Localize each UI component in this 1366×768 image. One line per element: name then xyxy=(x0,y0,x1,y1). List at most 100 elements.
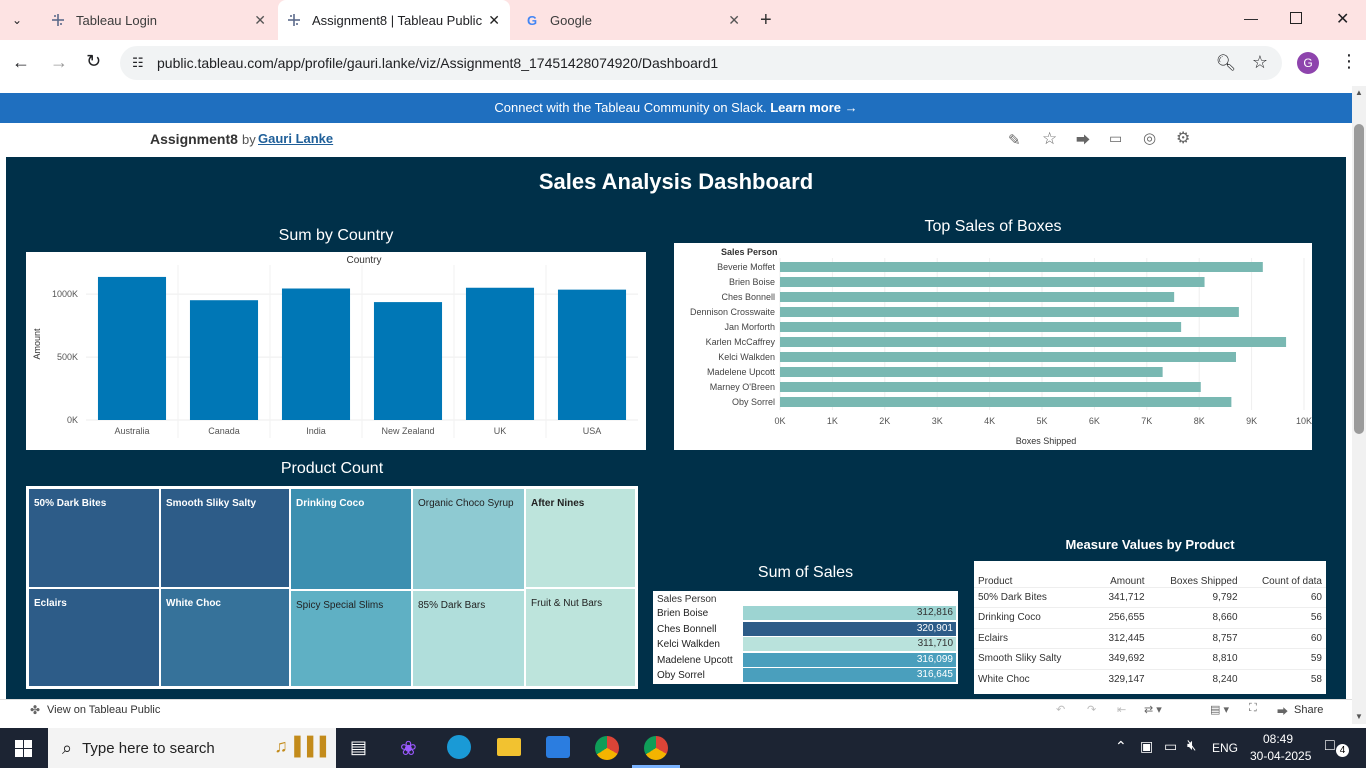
author-link[interactable]: Gauri Lanke xyxy=(258,131,333,146)
treemap-label: Smooth Sliky Salty xyxy=(166,498,257,509)
page-scrollbar[interactable]: ▲ ▼ xyxy=(1352,86,1366,724)
table-row[interactable]: Smooth Sliky Salty 349,692 8,810 59 xyxy=(974,648,1326,670)
table-cell: Eclairs xyxy=(978,632,1009,644)
tab-assignment8[interactable]: Assignment8 | Tableau Public ✕ xyxy=(278,0,510,40)
viz-header: Assignment8 by Gauri Lanke ✎ ☆ ⮕ ▭ ◎ ⚙ xyxy=(0,123,1352,157)
sales-row[interactable]: Kelci Walkden 311,710 xyxy=(653,637,958,652)
bar xyxy=(780,367,1163,377)
clock-time[interactable]: 08:49 xyxy=(1263,732,1293,746)
treemap-cell[interactable]: After Nines xyxy=(525,488,636,588)
volume-muted-icon[interactable]: 🔇︎ xyxy=(1187,737,1196,754)
chrome-icon[interactable] xyxy=(595,736,619,760)
table-cell: 9,792 xyxy=(1212,591,1238,603)
close-window-button[interactable]: ✕ xyxy=(1336,9,1349,29)
view-on-tableau-link[interactable]: View on Tableau Public xyxy=(47,704,160,716)
back-arrow-icon[interactable]: ← xyxy=(12,52,30,73)
treemap-cell[interactable]: Smooth Sliky Salty xyxy=(160,488,290,588)
bar xyxy=(281,288,351,420)
table-row[interactable]: Drinking Coco 256,655 8,660 56 xyxy=(974,607,1326,629)
browser-nav-bar: ← → ↻ ☷ public.tableau.com/app/profile/g… xyxy=(0,40,1366,86)
treemap-cell[interactable]: 50% Dark Bites xyxy=(28,488,160,588)
treemap-cell[interactable]: White Choc xyxy=(160,588,290,687)
sales-row[interactable]: Madelene Upcott 316,099 xyxy=(653,652,958,668)
browser-menu-icon[interactable]: ⋮ xyxy=(1340,51,1358,72)
revert-icon[interactable]: ⇤ xyxy=(1117,703,1126,716)
sales-row[interactable]: Oby Sorrel 316,645 xyxy=(653,668,958,683)
top-sales-title: Top Sales of Boxes xyxy=(924,218,1062,235)
tab-tableau-login[interactable]: Tableau Login ✕ xyxy=(40,0,276,40)
language-indicator[interactable]: ENG xyxy=(1212,741,1238,755)
tab-close-icon[interactable]: ✕ xyxy=(488,12,500,29)
bar xyxy=(780,277,1205,287)
product-count-treemap[interactable]: 50% Dark Bites Smooth Sliky Salty Drinki… xyxy=(26,486,638,689)
store-icon[interactable] xyxy=(546,736,570,758)
refresh-icon[interactable]: ⇄ ▾ xyxy=(1144,703,1162,716)
tab-google[interactable]: G Google ✕ xyxy=(516,0,750,40)
x-tick-label: 0K xyxy=(774,416,785,426)
table-row[interactable]: Eclairs 312,445 8,757 60 xyxy=(974,628,1326,649)
restore-button[interactable] xyxy=(1290,12,1302,24)
treemap-cell[interactable]: Spicy Special Slims xyxy=(290,590,412,687)
measure-values-table[interactable]: Product Amount Boxes Shipped Count of da… xyxy=(974,561,1326,694)
windows-start-icon[interactable] xyxy=(15,740,32,757)
chrome-icon[interactable] xyxy=(644,736,668,760)
forward-arrow-icon[interactable]: → xyxy=(50,52,68,73)
settings-gear-icon[interactable]: ⚙ xyxy=(1176,128,1190,148)
new-tab-button[interactable]: + xyxy=(760,9,772,32)
tab-search-dropdown-icon[interactable]: ⌄ xyxy=(12,13,22,27)
treemap-cell[interactable]: Fruit & Nut Bars xyxy=(525,588,636,687)
top-sales-panel[interactable]: Sales Person 0K 1K 2K 3K 4K 5K 6K 7K 8K 9K 10K Bever… xyxy=(674,243,1312,450)
treemap-label: Organic Choco Syrup xyxy=(418,498,514,509)
device-preview-icon[interactable]: ▤ ▾ xyxy=(1210,703,1229,716)
badge-icon[interactable]: ◎ xyxy=(1143,129,1156,147)
treemap-cell[interactable]: Drinking Coco xyxy=(290,488,412,590)
taskbar-search-box[interactable]: ⌕ Type here to search ♫▐▐▐ xyxy=(48,728,336,768)
table-header-row: Product Amount Boxes Shipped Count of da… xyxy=(974,561,1326,587)
scrollbar-thumb[interactable] xyxy=(1354,124,1364,434)
table-row[interactable]: White Choc 329,147 8,240 58 xyxy=(974,669,1326,690)
fullscreen-icon[interactable]: ⛶ xyxy=(1249,702,1257,715)
clock-date[interactable]: 30-04-2025 xyxy=(1250,749,1311,763)
sum-by-country-panel[interactable]: Country Amount 1000K 500K 0K Australia Canada I… xyxy=(26,252,646,450)
tableau-logo-icon: ✤ xyxy=(30,703,41,717)
edit-icon[interactable]: ✎ xyxy=(1008,131,1021,149)
learn-more-link[interactable]: Learn more → xyxy=(770,100,857,115)
sales-row[interactable]: Brien Boise 312,816 xyxy=(653,606,958,621)
tray-chevron-icon[interactable]: ⌃ xyxy=(1115,738,1127,755)
treemap-cell[interactable]: Eclairs xyxy=(28,588,160,687)
address-bar[interactable]: ☷ public.tableau.com/app/profile/gauri.l… xyxy=(120,46,1282,80)
treemap-cell[interactable]: Organic Choco Syrup xyxy=(412,488,525,590)
battery-icon[interactable]: ▭ xyxy=(1164,738,1177,755)
table-row[interactable]: 50% Dark Bites 341,712 9,792 60 xyxy=(974,587,1326,608)
file-explorer-icon[interactable] xyxy=(497,738,521,756)
undo-icon[interactable]: ↶ xyxy=(1056,703,1065,716)
sum-of-sales-panel[interactable]: Sales Person Brien Boise 312,816 Ches Bonn… xyxy=(653,591,958,684)
treemap-cell[interactable]: 85% Dark Bars xyxy=(412,590,525,687)
present-icon[interactable]: ▭ xyxy=(1109,130,1122,147)
tab-close-icon[interactable]: ✕ xyxy=(728,12,740,29)
edge-icon[interactable] xyxy=(447,735,471,759)
sales-row[interactable]: Ches Bonnell 320,901 xyxy=(653,621,958,637)
minimize-button[interactable]: — xyxy=(1244,10,1258,26)
bar xyxy=(780,262,1263,272)
share-icon[interactable]: ⮕ xyxy=(1076,130,1090,150)
tab-close-icon[interactable]: ✕ xyxy=(254,12,266,29)
redo-icon[interactable]: ↷ xyxy=(1087,703,1096,716)
scroll-down-arrow-icon[interactable]: ▼ xyxy=(1355,712,1363,721)
favorite-star-icon[interactable]: ☆ xyxy=(1042,129,1057,149)
y-tick-label: Beverie Moffet xyxy=(717,262,775,272)
reload-icon[interactable]: ↻ xyxy=(86,51,101,72)
site-info-icon[interactable]: ☷ xyxy=(132,55,144,71)
share-icon[interactable]: ⮕ xyxy=(1277,703,1288,719)
scroll-up-arrow-icon[interactable]: ▲ xyxy=(1355,88,1363,97)
network-icon[interactable]: ▣ xyxy=(1140,738,1153,755)
zoom-icon[interactable]: 🔍︎ xyxy=(1216,53,1236,73)
share-link[interactable]: Share xyxy=(1294,704,1323,716)
notification-icon[interactable]: □ xyxy=(1325,737,1335,755)
task-view-icon[interactable]: ▤ xyxy=(350,737,367,758)
copilot-icon[interactable]: ❀ xyxy=(400,736,417,761)
x-tick-label: 10K xyxy=(1296,416,1312,426)
bookmark-star-icon[interactable]: ☆ xyxy=(1252,52,1268,73)
profile-avatar[interactable]: G xyxy=(1297,52,1319,74)
y-tick-label: Kelci Walkden xyxy=(718,352,775,362)
